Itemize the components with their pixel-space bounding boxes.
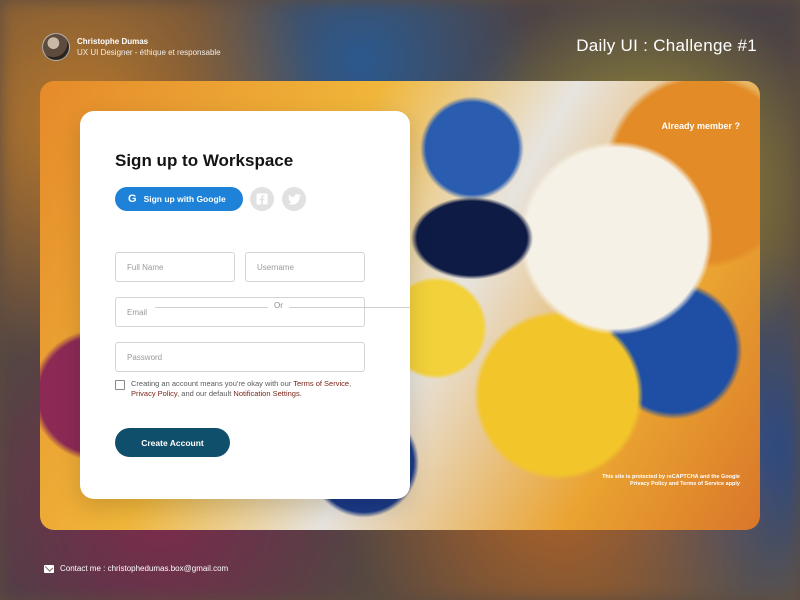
signup-card: Sign up to Workspace G Sign up with Goog… (80, 111, 410, 499)
author-name: Christophe Dumas (77, 36, 149, 46)
recaptcha-line-1: This site is protected by reCAPTCHA and … (602, 474, 740, 480)
terms-row: Creating an account means you're okay wi… (115, 379, 375, 399)
twitter-icon (287, 193, 301, 205)
author-badge: Christophe Dumas UX UI Designer - éthiqu… (42, 33, 221, 61)
terms-of-service-link[interactable]: Terms of Service (293, 379, 349, 388)
author-text: Christophe Dumas UX UI Designer - éthiqu… (77, 37, 221, 58)
google-signup-label: Sign up with Google (143, 194, 226, 204)
terms-separator: , (349, 379, 352, 388)
page-title: Sign up to Workspace (115, 151, 294, 170)
terms-end: . (299, 389, 302, 398)
full-name-field[interactable] (115, 252, 235, 282)
author-role: UX UI Designer - éthique et responsable (77, 47, 221, 57)
notification-settings-link[interactable]: Notification Settings (233, 389, 299, 398)
contact-email[interactable]: Contact me : christophedumas.box@gmail.c… (60, 564, 228, 573)
contact-line: Contact me : christophedumas.box@gmail.c… (44, 564, 228, 573)
privacy-policy-link[interactable]: Privacy Policy (131, 389, 177, 398)
avatar (42, 33, 70, 61)
terms-checkbox[interactable] (115, 380, 125, 390)
twitter-button[interactable] (282, 187, 306, 211)
mail-icon (44, 564, 54, 573)
terms-middle: , and our default (177, 389, 234, 398)
already-member-link[interactable]: Already member ? (661, 121, 740, 131)
google-icon: G (128, 192, 137, 205)
or-divider-label: Or (268, 301, 289, 310)
google-signup-button[interactable]: G Sign up with Google (115, 187, 243, 211)
facebook-icon (256, 193, 268, 205)
recaptcha-notice: This site is protected by reCAPTCHA and … (570, 474, 740, 488)
terms-text: Creating an account means you're okay wi… (131, 379, 375, 399)
password-field[interactable] (115, 342, 365, 372)
email-field[interactable] (115, 297, 365, 327)
recaptcha-line-2: Privacy Policy and Terms of Service appl… (630, 481, 740, 487)
challenge-title: Daily UI : Challenge #1 (576, 36, 757, 55)
terms-prefix: Creating an account means you're okay wi… (131, 379, 294, 388)
facebook-button[interactable] (250, 187, 274, 211)
username-field[interactable] (245, 252, 365, 282)
create-account-button[interactable]: Create Account (115, 428, 230, 457)
